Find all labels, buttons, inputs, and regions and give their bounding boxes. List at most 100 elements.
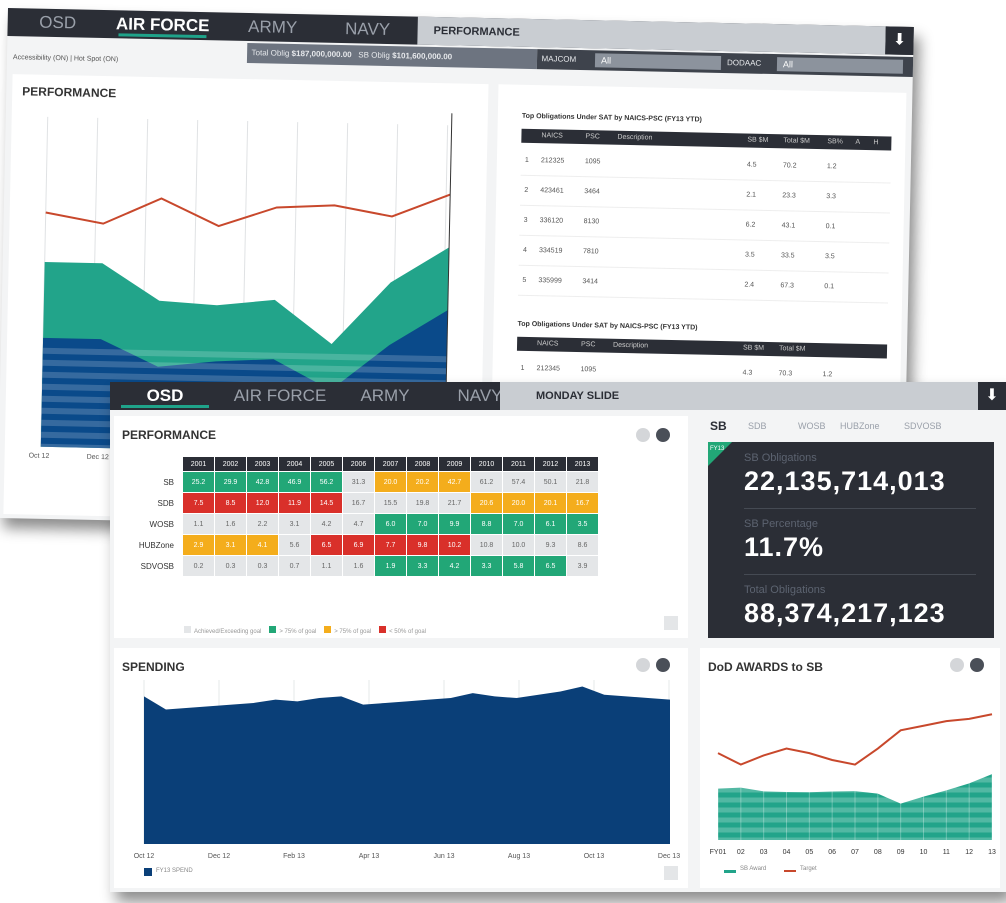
heatmap-cell[interactable]: 3.1 xyxy=(279,514,310,534)
table-cell: 4 xyxy=(522,246,528,254)
heatmap-cell[interactable]: 9.9 xyxy=(439,514,470,534)
heatmap-cell[interactable]: 50.1 xyxy=(535,472,566,492)
sb-tab-sb[interactable]: SB xyxy=(710,416,727,436)
heatmap-cell[interactable]: 14.5 xyxy=(311,493,342,513)
heatmap-cell[interactable]: 9.8 xyxy=(407,535,438,555)
heatmap-cell[interactable]: 6.5 xyxy=(311,535,342,555)
heatmap-cell[interactable]: 20.2 xyxy=(407,472,438,492)
heatmap-cell[interactable]: 0.3 xyxy=(215,556,246,576)
majcom-select[interactable]: All xyxy=(594,53,722,70)
heatmap-cell[interactable]: 16.7 xyxy=(343,493,374,513)
tab-army[interactable]: ARMY xyxy=(222,13,323,43)
heatmap-cell[interactable]: 3.9 xyxy=(567,556,598,576)
heatmap-cell[interactable]: 2.9 xyxy=(183,535,214,555)
sb-tab-sdvosb[interactable]: SDVOSB xyxy=(904,416,942,436)
heatmap-row: HUBZone 2.9 3.1 4.1 5.6 6.5 6.9 7.7 9.8 10.2 10.8 1… xyxy=(125,535,598,555)
table-cell: 23.3 xyxy=(782,192,796,200)
table-cell: 3.5 xyxy=(744,251,755,259)
heatmap-cell[interactable]: 7.5 xyxy=(183,493,214,513)
heatmap-cell[interactable]: 19.8 xyxy=(407,493,438,513)
heatmap-cell[interactable]: 20.0 xyxy=(375,472,406,492)
performance-panel: PERFORMANCE 2001 2002 2003 2004 2005 2006 2007… xyxy=(114,416,688,638)
table-cell: 1 xyxy=(520,364,525,372)
heatmap-cell[interactable]: 7.0 xyxy=(407,514,438,534)
tab-osd[interactable]: OSD xyxy=(7,8,108,38)
heatmap-cell[interactable]: 61.2 xyxy=(471,472,502,492)
heatmap-cell[interactable]: 3.5 xyxy=(567,514,598,534)
year-header: 2001 xyxy=(183,457,214,471)
x-tick-label: 07 xyxy=(851,849,859,856)
tab-army[interactable]: ARMY xyxy=(335,382,435,410)
heatmap-cell[interactable]: 2.2 xyxy=(247,514,278,534)
heatmap-cell[interactable]: 8.5 xyxy=(215,493,246,513)
breadcrumb-label: MONDAY SLIDE xyxy=(536,390,620,402)
heatmap-cell[interactable]: 7.7 xyxy=(375,535,406,555)
heatmap-cell[interactable]: 6.9 xyxy=(343,535,374,555)
heatmap-cell[interactable]: 15.5 xyxy=(375,493,406,513)
heatmap-cell[interactable]: 6.0 xyxy=(375,514,406,534)
heatmap-cell[interactable]: 57.4 xyxy=(503,472,534,492)
filter-toggles[interactable]: Accessibility (ON) | Hot Spot (ON) xyxy=(13,54,118,63)
download-icon[interactable]: ⬇ xyxy=(978,382,1006,410)
heatmap-cell[interactable]: 1.1 xyxy=(183,514,214,534)
heatmap-cell[interactable]: 4.1 xyxy=(247,535,278,555)
table-cell: 335999 xyxy=(538,277,562,285)
heatmap-cell[interactable]: 3.1 xyxy=(215,535,246,555)
info-icon[interactable] xyxy=(636,428,650,442)
heatmap-cell[interactable]: 46.9 xyxy=(279,472,310,492)
heatmap-cell[interactable]: 56.2 xyxy=(311,472,342,492)
heatmap-cell[interactable]: 1.9 xyxy=(375,556,406,576)
heatmap-cell[interactable]: 8.6 xyxy=(567,535,598,555)
tab-osd[interactable]: OSD xyxy=(110,382,220,410)
year-header: 2008 xyxy=(407,457,438,471)
heatmap-cell[interactable]: 3.3 xyxy=(407,556,438,576)
heatmap-cell[interactable]: 20.1 xyxy=(535,493,566,513)
download-icon[interactable]: ⬇ xyxy=(885,26,914,55)
heatmap-cell[interactable]: 29.9 xyxy=(215,472,246,492)
heatmap-cell[interactable]: 4.7 xyxy=(343,514,374,534)
heatmap-cell[interactable]: 20.6 xyxy=(471,493,502,513)
heatmap-cell[interactable]: 11.9 xyxy=(279,493,310,513)
heatmap-cell[interactable]: 42.7 xyxy=(439,472,470,492)
heatmap-cell[interactable]: 42.8 xyxy=(247,472,278,492)
heatmap-cell[interactable]: 3.3 xyxy=(471,556,502,576)
heatmap-cell[interactable]: 1.6 xyxy=(343,556,374,576)
heatmap-cell[interactable]: 7.0 xyxy=(503,514,534,534)
heatmap-cell[interactable]: 1.1 xyxy=(311,556,342,576)
heatmap-cell[interactable]: 9.3 xyxy=(535,535,566,555)
heatmap-cell[interactable]: 21.7 xyxy=(439,493,470,513)
heatmap-cell[interactable]: 10.2 xyxy=(439,535,470,555)
heatmap-cell[interactable]: 31.3 xyxy=(343,472,374,492)
expand-icon[interactable] xyxy=(664,616,678,630)
heatmap-cell[interactable]: 20.0 xyxy=(503,493,534,513)
sb-tab-hubzone[interactable]: HUBZone xyxy=(840,416,880,436)
tab-navy[interactable]: NAVY xyxy=(317,14,418,44)
tab-air-force[interactable]: AIR FORCE xyxy=(107,10,218,40)
heatmap-cell[interactable]: 4.2 xyxy=(311,514,342,534)
expand-icon[interactable] xyxy=(664,866,678,880)
heatmap-cell[interactable]: 4.2 xyxy=(439,556,470,576)
sb-tab-wosb[interactable]: WOSB xyxy=(798,416,826,436)
heatmap-cell[interactable]: 0.2 xyxy=(183,556,214,576)
x-tick-label: Apr 13 xyxy=(359,853,380,860)
heatmap-cell[interactable]: 5.8 xyxy=(503,556,534,576)
heatmap-cell[interactable]: 6.5 xyxy=(535,556,566,576)
settings-icon[interactable] xyxy=(656,428,670,442)
heatmap-cell[interactable]: 25.2 xyxy=(183,472,214,492)
heatmap-cell[interactable]: 21.8 xyxy=(567,472,598,492)
row-label: HUBZone xyxy=(138,540,174,550)
heatmap-cell[interactable]: 0.3 xyxy=(247,556,278,576)
heatmap-cell[interactable]: 16.7 xyxy=(567,493,598,513)
heatmap-cell[interactable]: 8.8 xyxy=(471,514,502,534)
heatmap-cell[interactable]: 0.7 xyxy=(279,556,310,576)
x-tick-label: Oct 13 xyxy=(584,853,605,860)
heatmap-cell[interactable]: 10.0 xyxy=(503,535,534,555)
heatmap-cell[interactable]: 1.6 xyxy=(215,514,246,534)
sb-tab-sdb[interactable]: SDB xyxy=(748,416,767,436)
tab-air-force[interactable]: AIR FORCE xyxy=(220,382,340,410)
heatmap-cell[interactable]: 10.8 xyxy=(471,535,502,555)
heatmap-cell[interactable]: 5.6 xyxy=(279,535,310,555)
heatmap-cell[interactable]: 12.0 xyxy=(247,493,278,513)
heatmap-cell[interactable]: 6.1 xyxy=(535,514,566,534)
dodaac-select[interactable]: All xyxy=(776,57,904,74)
